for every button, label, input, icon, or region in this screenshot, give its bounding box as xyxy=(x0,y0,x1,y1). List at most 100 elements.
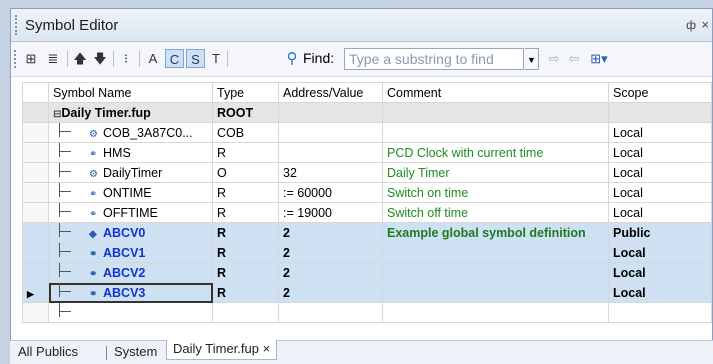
row-header[interactable] xyxy=(22,222,49,243)
type-cell[interactable]: R xyxy=(212,222,279,243)
address-cell[interactable]: 2 xyxy=(278,222,383,243)
symbol-name-cell[interactable]: ⚭ OFFTIME xyxy=(48,202,213,223)
symbol-name-cell[interactable]: ⚙ COB_3A87C0... xyxy=(48,122,213,143)
type-cell[interactable] xyxy=(212,302,279,323)
type-cell[interactable]: R xyxy=(212,262,279,283)
symbol-name-cell[interactable]: ⚭ ABCV2 xyxy=(48,262,213,283)
list-view-icon[interactable]: ≣ xyxy=(45,49,61,69)
address-cell[interactable] xyxy=(278,142,383,163)
address-cell[interactable]: 2 xyxy=(278,242,383,263)
row-header[interactable] xyxy=(22,242,49,263)
comment-cell[interactable]: Switch off time xyxy=(382,202,609,223)
table-row[interactable]: ⚭ HMS R PCD Clock with current time Local xyxy=(22,142,712,163)
type-cell[interactable]: R xyxy=(212,182,279,203)
address-cell[interactable] xyxy=(278,102,383,123)
type-cell[interactable]: ROOT xyxy=(212,102,279,123)
filter-a-button[interactable]: A xyxy=(145,49,161,69)
scope-cell[interactable]: Local xyxy=(608,122,712,143)
filter-c-button[interactable]: C xyxy=(165,49,184,68)
type-cell[interactable]: R xyxy=(212,242,279,263)
table-row[interactable]: ⚙ COB_3A87C0... COB Local xyxy=(22,122,712,143)
row-header[interactable] xyxy=(22,302,49,323)
address-cell[interactable]: 2 xyxy=(278,282,383,303)
table-row[interactable]: ⚭ ABCV1 R 2 Local xyxy=(22,242,712,263)
row-header[interactable] xyxy=(22,262,49,283)
comment-cell[interactable] xyxy=(382,122,609,143)
address-cell[interactable]: := 60000 xyxy=(278,182,383,203)
row-header[interactable] xyxy=(22,202,49,223)
scope-cell[interactable]: Local xyxy=(608,202,712,223)
comment-cell[interactable]: PCD Clock with current time xyxy=(382,142,609,163)
type-cell[interactable]: R xyxy=(212,202,279,223)
type-cell[interactable]: R xyxy=(212,282,279,303)
indent-icon[interactable]: ⁝ xyxy=(119,49,133,69)
tab-daily-timer[interactable]: Daily Timer.fup × xyxy=(166,340,278,360)
move-up-icon[interactable]: 🡅 xyxy=(73,49,87,69)
table-row[interactable]: ▶ ⚭ ABCV3 R 2 Local xyxy=(22,282,712,303)
comment-cell[interactable]: Example global symbol definition xyxy=(382,222,609,243)
table-row[interactable]: ⚙ DailyTimer O 32 Daily Timer Local xyxy=(22,162,712,183)
address-cell[interactable]: 2 xyxy=(278,262,383,283)
row-header[interactable] xyxy=(22,162,49,183)
row-header[interactable] xyxy=(22,182,49,203)
comment-cell[interactable]: Daily Timer xyxy=(382,162,609,183)
column-header-type[interactable]: Type xyxy=(212,82,279,103)
add-symbol-icon[interactable]: ⊞▾ xyxy=(589,49,609,69)
find-input[interactable] xyxy=(344,48,524,70)
column-header-scope[interactable]: Scope xyxy=(608,82,712,103)
symbol-name-cell[interactable]: ⚭ HMS xyxy=(48,142,213,163)
filter-s-button[interactable]: S xyxy=(186,49,205,68)
scope-cell[interactable]: Local xyxy=(608,282,712,303)
scope-cell[interactable]: Local xyxy=(608,242,712,263)
row-header[interactable] xyxy=(22,122,49,143)
scope-cell[interactable]: Public xyxy=(608,222,712,243)
table-row[interactable]: ◆ ABCV0 R 2 Example global symbol definit… xyxy=(22,222,712,243)
table-row[interactable]: ⚭ ONTIME R := 60000 Switch on time Local xyxy=(22,182,712,203)
address-cell[interactable]: 32 xyxy=(278,162,383,183)
address-cell[interactable] xyxy=(278,302,383,323)
row-header[interactable] xyxy=(22,102,49,123)
column-header-address[interactable]: Address/Value xyxy=(278,82,383,103)
comment-cell[interactable] xyxy=(382,282,609,303)
move-down-icon[interactable]: 🡇 xyxy=(93,49,107,69)
table-row[interactable]: ⚭ OFFTIME R := 19000 Switch off time Loca… xyxy=(22,202,712,223)
tab-all-publics[interactable]: All Publics xyxy=(18,344,78,359)
type-cell[interactable]: COB xyxy=(212,122,279,143)
scope-cell[interactable]: Local xyxy=(608,162,712,183)
symbol-name-cell[interactable]: ⚭ ABCV3 xyxy=(48,282,213,303)
filter-t-button[interactable]: T xyxy=(209,49,223,69)
tab-system[interactable]: System xyxy=(114,344,157,359)
comment-cell[interactable]: Switch on time xyxy=(382,182,609,203)
new-row[interactable] xyxy=(22,302,712,323)
column-header-symbol-name[interactable]: Symbol Name xyxy=(48,82,213,103)
symbol-name-cell[interactable]: ⚙ DailyTimer xyxy=(48,162,213,183)
scope-cell[interactable] xyxy=(608,102,712,123)
find-dropdown-icon[interactable]: ▼ xyxy=(525,48,539,70)
find-next-icon[interactable]: ⇨ xyxy=(545,49,563,69)
comment-cell[interactable] xyxy=(382,262,609,283)
comment-cell[interactable] xyxy=(382,302,609,323)
find-previous-icon[interactable]: ⇦ xyxy=(565,49,583,69)
symbol-name-cell[interactable] xyxy=(48,302,213,323)
pin-icon[interactable]: ф xyxy=(686,18,696,32)
symbol-name-cell[interactable]: ⚭ ABCV1 xyxy=(48,242,213,263)
scope-cell[interactable]: Local xyxy=(608,182,712,203)
comment-cell[interactable] xyxy=(382,242,609,263)
symbol-name-cell[interactable]: ◆ ABCV0 xyxy=(48,222,213,243)
type-cell[interactable]: O xyxy=(212,162,279,183)
scope-cell[interactable] xyxy=(608,302,712,323)
scope-cell[interactable]: Local xyxy=(608,262,712,283)
close-icon[interactable]: × xyxy=(701,17,709,32)
address-cell[interactable]: := 19000 xyxy=(278,202,383,223)
address-cell[interactable] xyxy=(278,122,383,143)
column-header-comment[interactable]: Comment xyxy=(382,82,609,103)
scope-cell[interactable]: Local xyxy=(608,142,712,163)
table-row[interactable]: ⊟Daily Timer.fup ROOT xyxy=(22,102,712,123)
type-cell[interactable]: R xyxy=(212,142,279,163)
title-grip[interactable] xyxy=(15,15,19,35)
row-header[interactable] xyxy=(22,142,49,163)
row-header[interactable]: ▶ xyxy=(22,282,49,303)
symbol-name-cell[interactable]: ⚭ ONTIME xyxy=(48,182,213,203)
toolbar-grip[interactable] xyxy=(14,50,16,68)
symbol-name-cell[interactable]: ⊟Daily Timer.fup xyxy=(48,102,213,123)
